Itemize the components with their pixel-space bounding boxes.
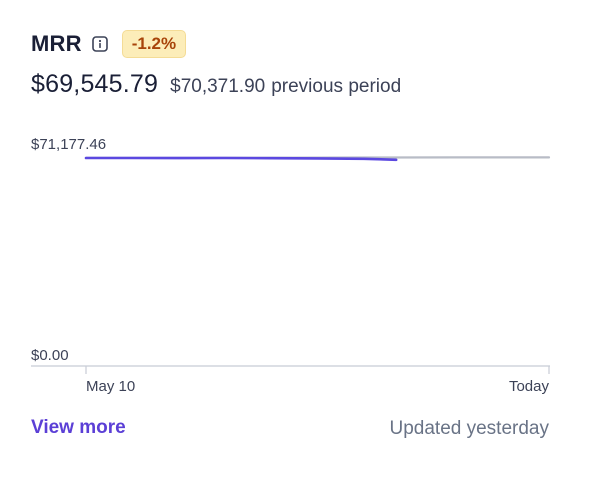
x-axis-start-label: May 10 (86, 378, 136, 395)
series-line-current (84, 156, 398, 162)
mrr-chart (31, 156, 551, 374)
updated-status: Updated yesterday (389, 418, 550, 439)
x-axis-end-label: Today (508, 378, 549, 395)
view-more-link[interactable]: View more (31, 417, 126, 439)
mrr-card: MRR -1.2% $69,545.79 $70,371.90 previous… (0, 0, 600, 487)
